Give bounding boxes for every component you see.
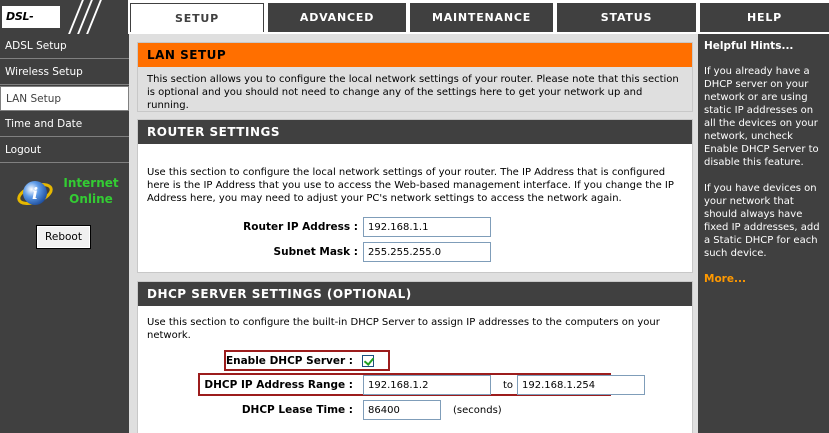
dhcp-range-start-input[interactable]	[363, 375, 491, 395]
lan-setup-panel: LAN SETUP This section allows you to con…	[137, 42, 693, 112]
internet-status-line1: Internet	[63, 176, 119, 190]
dhcp-settings-title: DHCP SERVER SETTINGS (OPTIONAL)	[138, 282, 692, 306]
sidebar-item-time-and-date[interactable]: Time and Date	[0, 112, 129, 137]
dhcp-settings-panel: DHCP SERVER SETTINGS (OPTIONAL) Use this…	[137, 281, 693, 433]
enable-dhcp-label: Enable DHCP Server :	[225, 355, 353, 367]
dhcp-lease-unit: (seconds)	[453, 405, 502, 416]
model-label: DSL-2680	[2, 6, 60, 45]
hints-title: Helpful Hints...	[704, 40, 794, 52]
helpful-hints-panel: Helpful Hints... If you already have a D…	[698, 34, 829, 433]
router-settings-panel: ROUTER SETTINGS Use this section to conf…	[137, 119, 693, 273]
tab-maintenance[interactable]: MAINTENANCE	[410, 3, 553, 32]
dhcp-range-end-input[interactable]	[517, 375, 645, 395]
sidebar-item-logout[interactable]: Logout	[0, 138, 129, 163]
tab-status[interactable]: STATUS	[557, 3, 696, 32]
router-ip-label: Router IP Address :	[243, 221, 358, 233]
router-ip-input[interactable]	[363, 217, 491, 237]
internet-status-line2: Online	[69, 192, 113, 206]
dhcp-settings-description: Use this section to configure the built-…	[147, 317, 660, 341]
svg-text:i: i	[32, 184, 38, 203]
tab-setup[interactable]: SETUP	[130, 3, 264, 32]
tab-help[interactable]: HELP	[700, 3, 829, 32]
sidebar: ADSL Setup Wireless Setup LAN Setup Time…	[0, 34, 129, 433]
top-bar: DSL-2680 SETUP ADVANCED MAINTENANCE STAT…	[0, 0, 829, 45]
dhcp-range-label: DHCP IP Address Range :	[204, 379, 353, 391]
router-settings-description: Use this section to configure the local …	[147, 167, 674, 204]
main-content: LAN SETUP This section allows you to con…	[129, 34, 698, 433]
hint-paragraph-1: If you already have a DHCP server on you…	[704, 66, 819, 168]
internet-status-icon: i	[17, 181, 53, 206]
hints-more-link[interactable]: More...	[704, 273, 824, 285]
logo-stripe	[68, 0, 84, 34]
subnet-mask-label: Subnet Mask :	[273, 246, 358, 258]
tab-advanced[interactable]: ADVANCED	[268, 3, 406, 32]
hint-paragraph-2: If you have devices on your network that…	[704, 183, 820, 259]
router-settings-title: ROUTER SETTINGS	[138, 120, 692, 144]
subnet-mask-input[interactable]	[363, 242, 491, 262]
internet-status: Internet Online	[56, 175, 126, 207]
dhcp-range-to: to	[503, 380, 514, 391]
sidebar-item-adsl-setup[interactable]: ADSL Setup	[0, 34, 129, 59]
enable-dhcp-checkbox[interactable]	[362, 355, 374, 367]
lan-setup-title: LAN SETUP	[138, 43, 692, 67]
dhcp-lease-input[interactable]	[363, 400, 441, 420]
reboot-button[interactable]: Reboot	[36, 225, 91, 249]
sidebar-item-lan-setup[interactable]: LAN Setup	[0, 86, 129, 111]
lan-setup-description: This section allows you to configure the…	[138, 67, 692, 111]
model-banner: DSL-2680	[0, 0, 128, 45]
sidebar-item-wireless-setup[interactable]: Wireless Setup	[0, 60, 129, 85]
dhcp-lease-label: DHCP Lease Time :	[241, 404, 353, 416]
